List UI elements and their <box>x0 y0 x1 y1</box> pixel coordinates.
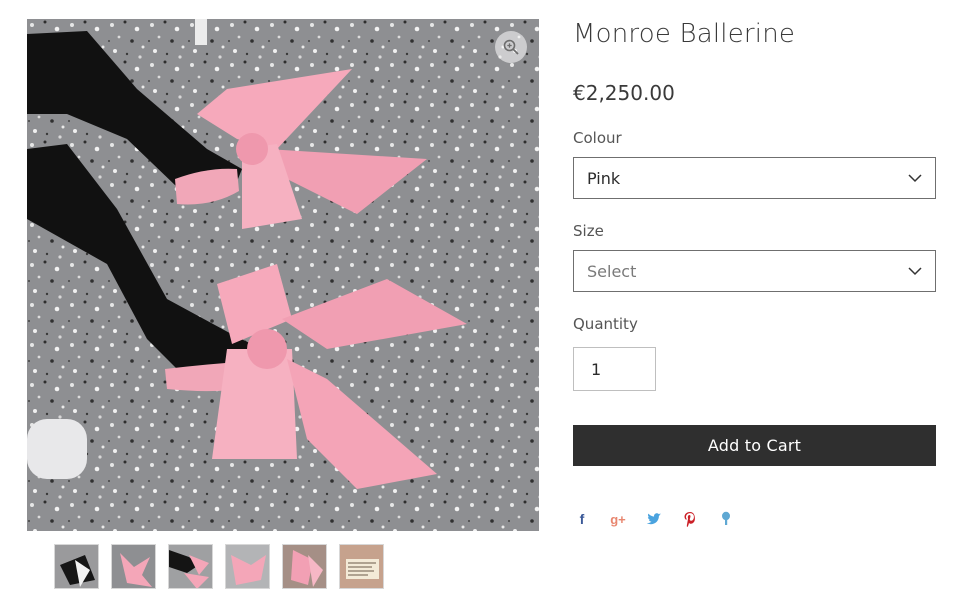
facebook-icon[interactable]: f <box>573 510 591 528</box>
colour-label: Colour <box>573 129 622 147</box>
size-label: Size <box>573 222 604 240</box>
thumbnail-4[interactable] <box>225 544 270 589</box>
product-title: Monroe Ballerine <box>573 19 796 49</box>
product-photo <box>27 19 539 531</box>
colour-select[interactable]: Pink <box>573 157 936 199</box>
thumbnail-5[interactable] <box>282 544 327 589</box>
pinterest-icon[interactable] <box>681 510 699 528</box>
chevron-down-icon <box>908 267 922 276</box>
google-plus-icon[interactable]: g+ <box>609 510 627 528</box>
add-to-cart-button[interactable]: Add to Cart <box>573 425 936 466</box>
thumbnail-6[interactable] <box>339 544 384 589</box>
quantity-value: 1 <box>591 359 602 379</box>
size-select-placeholder: Select <box>587 261 637 281</box>
chevron-down-icon <box>908 174 922 183</box>
twitter-icon[interactable] <box>645 510 663 528</box>
thumbnail-1[interactable] <box>54 544 99 589</box>
size-select[interactable]: Select <box>573 250 936 292</box>
product-price: €2,250.00 <box>573 81 675 105</box>
social-share-bar: f g+ <box>573 510 735 528</box>
product-main-image[interactable] <box>27 19 539 531</box>
magnifier-icon <box>503 39 519 55</box>
tumblr-icon[interactable] <box>717 510 735 528</box>
quantity-input[interactable]: 1 <box>573 347 656 391</box>
zoom-button[interactable] <box>495 31 527 63</box>
colour-select-value: Pink <box>587 168 621 188</box>
thumbnail-strip <box>54 544 384 589</box>
quantity-label: Quantity <box>573 315 638 333</box>
thumbnail-2[interactable] <box>111 544 156 589</box>
thumbnail-3[interactable] <box>168 544 213 589</box>
